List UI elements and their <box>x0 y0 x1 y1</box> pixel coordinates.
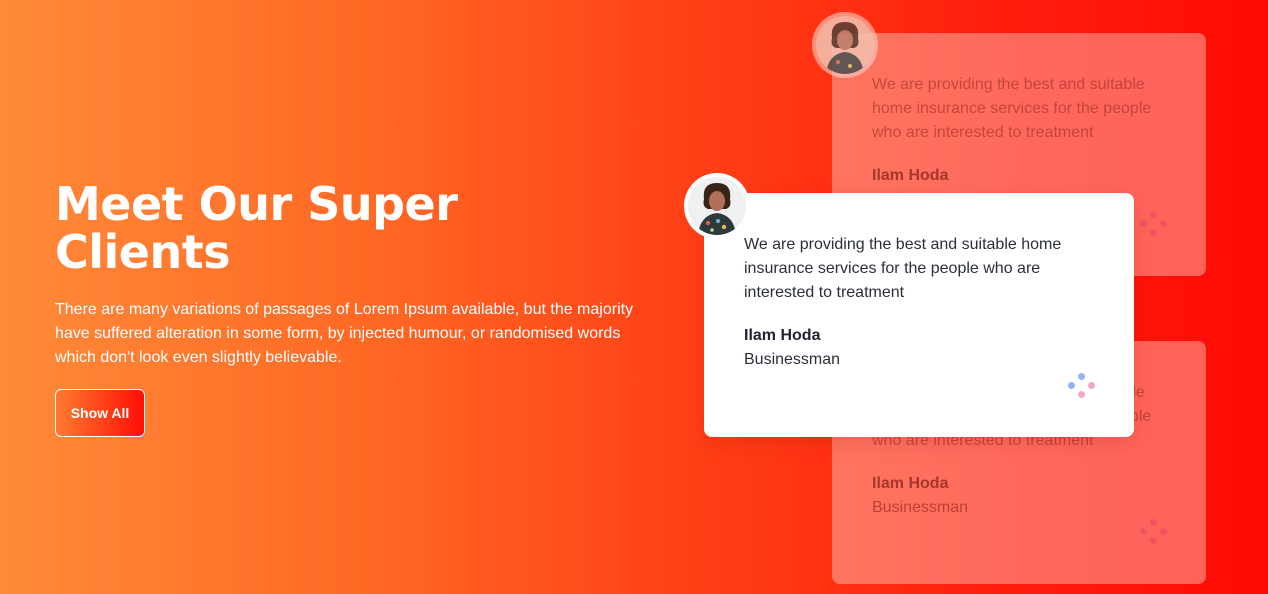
section-title: Meet Our Super Clients <box>55 177 458 279</box>
hero-section: Meet Our Super Clients There are many va… <box>55 177 655 437</box>
testimonial-quote: We are providing the best and suitable h… <box>744 236 1062 301</box>
decorative-dots-icon <box>1140 211 1168 239</box>
person-avatar-icon <box>684 173 750 239</box>
decorative-dots-icon <box>1068 373 1096 401</box>
testimonial-role: Businessman <box>744 351 841 368</box>
testimonial-card-active: We are providing the best and suitable h… <box>704 193 1134 437</box>
person-avatar-icon <box>812 12 878 78</box>
testimonial-quote: We are providing the best and suitable h… <box>872 76 1152 141</box>
testimonial-name: Ilam Hoda <box>872 475 949 492</box>
section-description: There are many variations of passages of… <box>55 301 634 366</box>
testimonial-role: Businessman <box>872 499 969 516</box>
testimonial-name: Ilam Hoda <box>744 327 821 344</box>
decorative-dots-icon <box>1140 519 1168 547</box>
testimonial-name: Ilam Hoda <box>872 167 949 184</box>
show-all-button[interactable]: Show All <box>55 389 145 437</box>
